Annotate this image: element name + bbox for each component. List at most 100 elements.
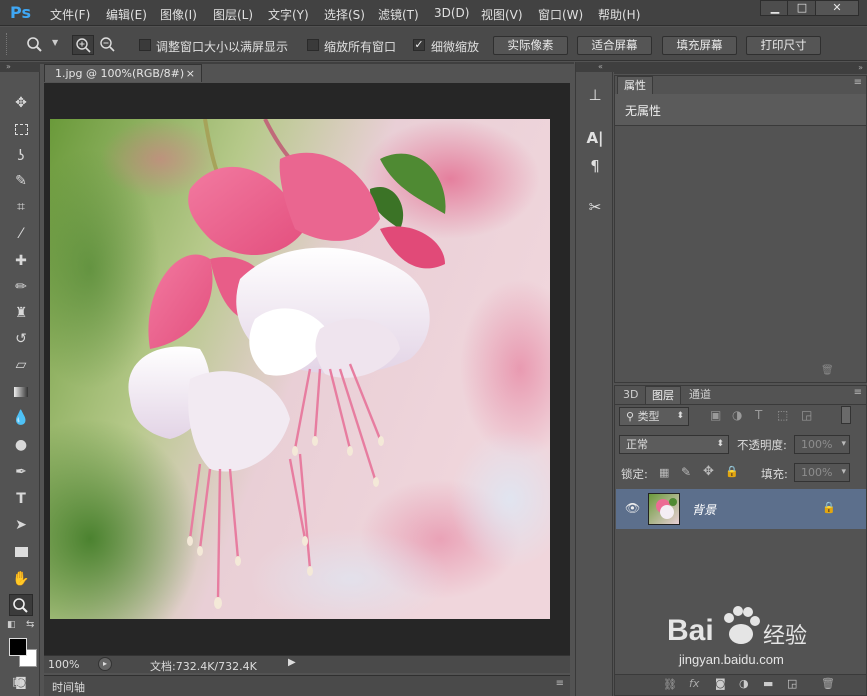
lasso-tool-icon[interactable]: ʖ [9,145,33,167]
pen-tool-icon[interactable]: ✒ [9,461,33,483]
no-properties-text: 无属性 [625,104,662,118]
actual-pixels-button[interactable]: 实际像素 [493,36,568,55]
type-tool-icon[interactable]: T [9,488,33,510]
filter-toggle-icon[interactable] [841,406,851,424]
menu-type[interactable]: 文字(Y) [268,6,309,23]
dodge-tool-icon[interactable]: ● [9,434,33,456]
adjustment-layer-icon[interactable]: ◑ [739,677,749,690]
marquee-tool-icon[interactable] [9,119,33,141]
brush-tool-icon[interactable]: ✏ [9,276,33,298]
character-panel-icon[interactable]: A| [583,127,607,149]
scrubby-zoom-label: 细微缩放 [431,40,480,54]
zoom-tool-icon[interactable] [9,594,33,616]
timeline-panel[interactable]: 时间轴 ≡ [44,675,570,696]
layer-style-icon[interactable]: fx [689,677,699,690]
status-expand-icon[interactable]: ▶ [288,657,296,668]
layer-name[interactable]: 背景 [692,501,716,518]
blend-mode-select[interactable]: 正常 ⬍ [619,435,729,454]
gradient-tool-icon[interactable] [9,381,33,403]
menu-layer[interactable]: 图层(L) [213,6,253,23]
add-mask-icon[interactable]: ◙ [715,677,726,690]
history-brush-tool-icon[interactable]: ↺ [9,328,33,350]
tab-3d[interactable]: 3D [617,386,644,404]
panel-menu-icon[interactable]: ≡ [854,387,862,398]
link-layers-icon[interactable]: ⛓ [663,678,677,691]
blur-tool-icon[interactable]: 💧 [9,407,33,429]
lock-pixels-icon[interactable]: ✎ [681,465,691,479]
menu-help[interactable]: 帮助(H) [598,6,640,23]
tab-channels[interactable]: 通道 [683,386,717,404]
eye-icon[interactable]: 👁 [625,501,640,515]
screen-mode-icon[interactable]: ▣ [12,675,32,691]
swap-colors-icon[interactable]: ⇆ [26,619,34,630]
status-menu-icon[interactable]: ▸ [98,657,112,671]
new-layer-icon[interactable]: ◲ [787,677,797,690]
path-selection-tool-icon[interactable]: ➤ [9,514,33,536]
menu-edit[interactable]: 编辑(E) [106,6,147,23]
delete-layer-icon[interactable]: 🗑 [821,677,835,690]
menu-file[interactable]: 文件(F) [50,6,90,23]
close-button[interactable]: ✕ [815,0,859,16]
clone-stamp-tool-icon[interactable]: ♜ [9,302,33,324]
panel-collapse-icon[interactable]: » [614,62,867,74]
print-size-button[interactable]: 打印尺寸 [746,36,821,55]
filter-adjustment-icon[interactable]: ◑ [732,408,742,422]
fill-screen-button[interactable]: 填充屏幕 [662,36,737,55]
tab-properties[interactable]: 属性 [617,76,653,94]
layer-filter-select[interactable]: ⚲ 类型 ⬍ [619,407,689,426]
zoom-out-button[interactable] [97,35,119,55]
collapse-arrows-icon[interactable]: » [0,62,40,72]
eraser-tool-icon[interactable]: ▱ [9,354,33,376]
clone-source-icon[interactable]: ⊥ [583,84,607,106]
lock-position-icon[interactable]: ✥ [703,464,714,479]
rectangle-tool-icon[interactable] [9,541,33,563]
paragraph-panel-icon[interactable]: ¶ [583,155,607,177]
maximize-button[interactable]: □ [787,0,817,16]
lock-transparent-icon[interactable]: ▦ [659,466,669,479]
opacity-input[interactable]: 100% ▾ [794,435,850,454]
move-tool-icon[interactable]: ✥ [9,92,33,114]
menu-view[interactable]: 视图(V) [481,6,523,23]
zoom-in-button[interactable] [72,35,94,55]
default-colors-icon[interactable]: ◧ [7,620,17,630]
chevron-down-icon[interactable]: ▼ [52,38,58,47]
minimize-button[interactable]: ▁ [760,0,790,16]
trash-icon[interactable]: 🗑 [821,365,834,376]
panel-menu-icon[interactable]: ≡ [556,678,564,689]
menu-3d[interactable]: 3D(D) [434,6,469,20]
resize-windows-label: 调整窗口大小以满屏显示 [156,40,289,54]
fill-input[interactable]: 100% ▾ [794,463,850,482]
quick-select-tool-icon[interactable]: ✎ [9,170,33,192]
crop-tool-icon[interactable]: ⌗ [9,196,33,218]
document-tab[interactable]: 1.jpg @ 100%(RGB/8#) × [44,64,202,82]
eyedropper-tool-icon[interactable]: ⁄ [9,223,33,245]
menu-filter[interactable]: 滤镜(T) [378,6,419,23]
new-group-icon[interactable]: ▬ [763,677,773,690]
tool-presets-icon[interactable]: ✂ [583,196,607,218]
filter-smartobject-icon[interactable]: ◲ [801,408,812,422]
fit-screen-button[interactable]: 适合屏幕 [577,36,652,55]
menu-image[interactable]: 图像(I) [160,6,197,23]
lock-all-icon[interactable]: 🔒 [725,465,739,478]
filter-pixel-icon[interactable]: ▣ [710,408,721,422]
document-image[interactable] [50,119,550,619]
hand-tool-icon[interactable]: ✋ [9,568,33,590]
foreground-color-swatch[interactable] [9,638,27,656]
filter-shape-icon[interactable]: ⬚ [777,408,788,422]
tab-layers[interactable]: 图层 [645,386,681,404]
scrubby-zoom-checkbox[interactable]: ✓ [413,39,425,51]
resize-windows-checkbox[interactable] [139,39,151,51]
dock-expand-icon[interactable]: « [576,62,614,72]
zoom-tool-preset-icon[interactable] [26,36,46,52]
healing-brush-tool-icon[interactable]: ✚ [9,250,33,272]
zoom-level[interactable]: 100% [48,658,79,671]
menu-window[interactable]: 窗口(W) [538,6,583,23]
layer-row[interactable]: 👁 背景 🔒 [616,489,866,529]
close-tab-icon[interactable]: × [186,65,195,82]
lock-label: 锁定: [621,467,648,481]
panel-menu-icon[interactable]: ≡ [854,77,862,88]
collapsed-panel-dock: « ⊥ A| ¶ ✂ [575,62,614,696]
menu-select[interactable]: 选择(S) [324,6,365,23]
filter-type-icon[interactable]: T [755,408,762,422]
zoom-all-windows-checkbox[interactable] [307,39,319,51]
